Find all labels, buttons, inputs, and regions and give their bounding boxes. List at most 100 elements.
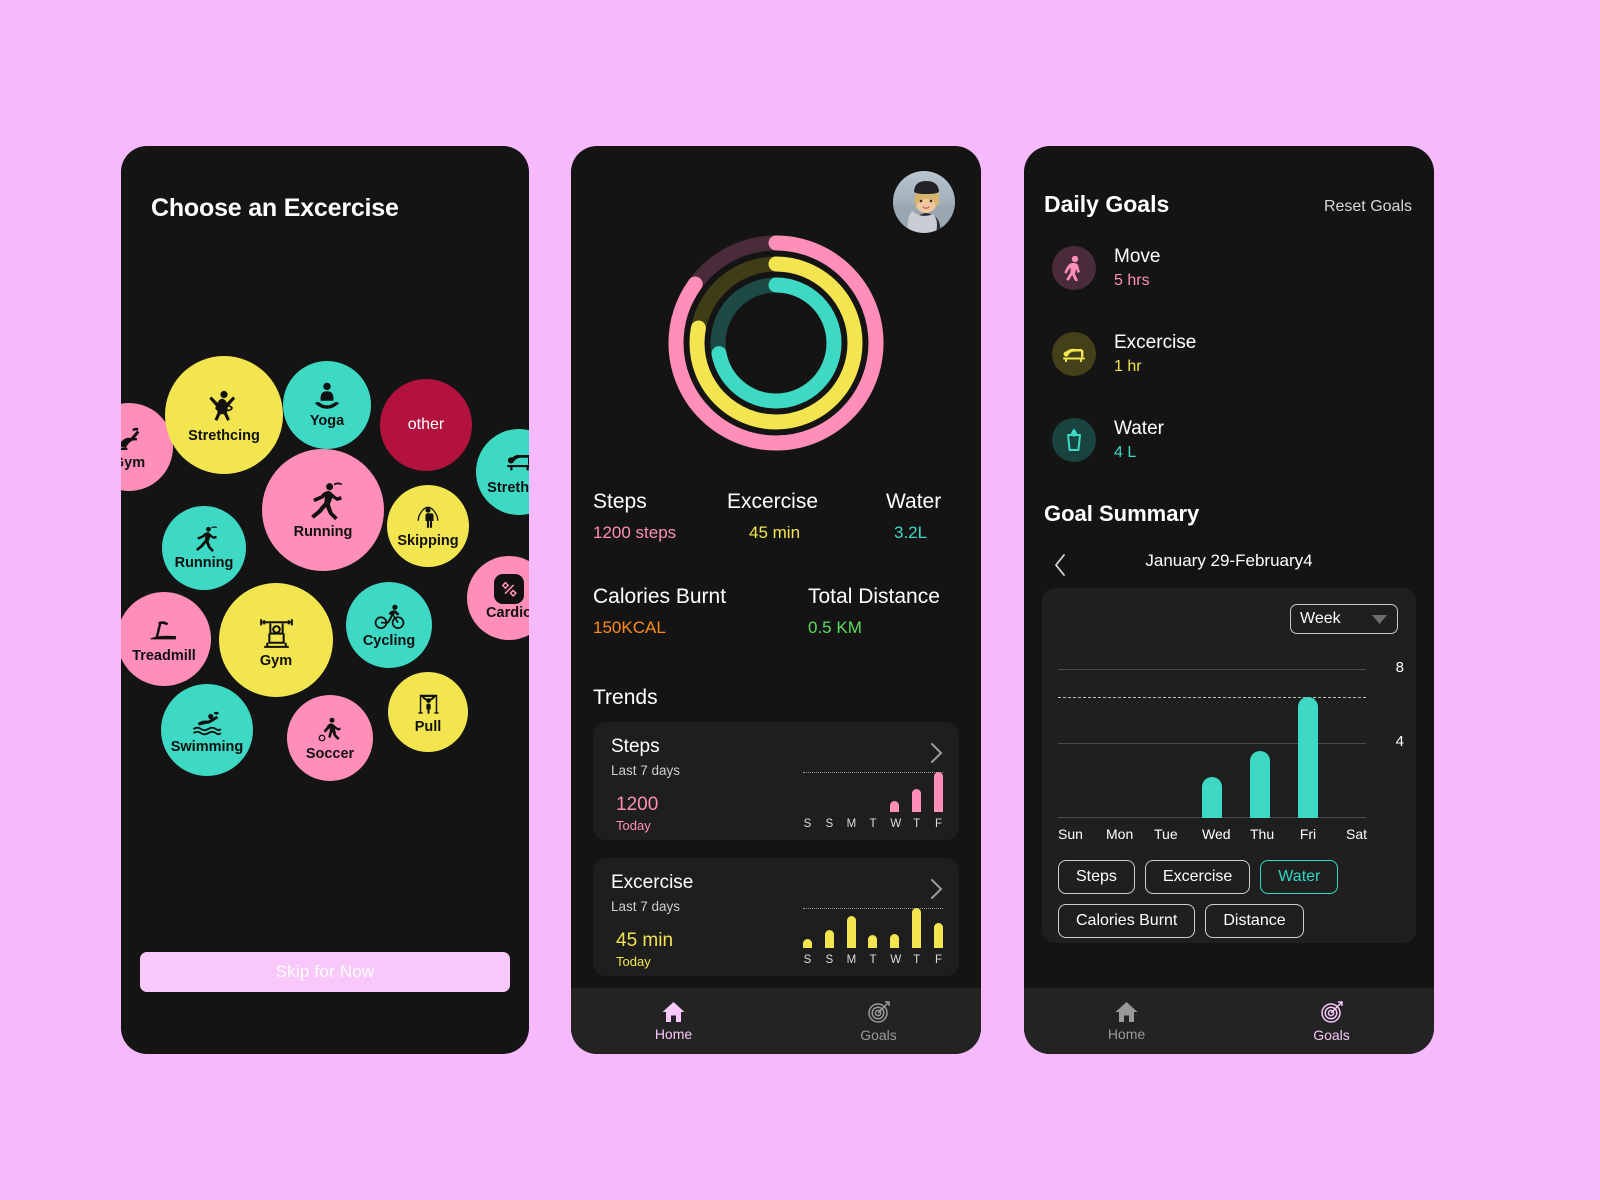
- filter-chip-calories-burnt[interactable]: Calories Burnt: [1058, 904, 1196, 938]
- trend-card-exercise[interactable]: Excercise Last 7 days 45 min Today SSMTW…: [593, 858, 959, 976]
- goal-item-water[interactable]: Water 4 L: [1052, 418, 1392, 474]
- exercise-bubble-cycling-11[interactable]: Cycling: [346, 582, 432, 668]
- trend-day-label: M: [846, 818, 857, 830]
- pull-up-icon: [414, 689, 443, 718]
- exercise-bubble-gym-10[interactable]: Gym: [219, 583, 333, 697]
- exercise-bubble-label: Running: [174, 555, 234, 572]
- exercise-bubble-running-7[interactable]: Running: [162, 506, 246, 590]
- exercise-bubble-label: Pull: [414, 718, 442, 735]
- page-title: Daily Goals: [1044, 191, 1170, 217]
- spin-bike-icon: [121, 428, 140, 451]
- exercise-bubble-grid: Gym Strethcing Yoga other Strething Running Sk…: [121, 356, 529, 1011]
- exercise-bubble-running-5[interactable]: Running: [262, 449, 384, 571]
- stat-distance: Total Distance 0.5 KM: [808, 585, 940, 638]
- exercise-bubble-soccer-14[interactable]: Soccer: [287, 695, 373, 781]
- nav-item-goals[interactable]: Goals: [776, 1000, 981, 1043]
- stat-water-label: Water: [886, 490, 942, 513]
- exercise-bubble-label: Cardio: [486, 605, 529, 622]
- trend-bar: [846, 916, 856, 948]
- x-axis-label: Sat: [1346, 826, 1368, 842]
- exercise-bubble-label: Treadmill: [132, 648, 196, 665]
- trend-card-steps[interactable]: Steps Last 7 days 1200 Today SSMTWTF: [593, 722, 959, 840]
- exercise-bubble-swimming-13[interactable]: Swimming: [161, 684, 253, 776]
- screen-choose-exercise: Choose an Excercise Gym Strethcing Yoga oth…: [121, 146, 529, 1054]
- nav-item-home[interactable]: Home: [1024, 1001, 1229, 1042]
- dumbbell-icon: [494, 574, 524, 605]
- exercise-bubble-label: other: [407, 415, 445, 433]
- filter-chip-distance[interactable]: Distance: [1205, 904, 1304, 938]
- trend-bar: [912, 908, 922, 948]
- home-icon: [1115, 1001, 1138, 1022]
- target-icon: [1320, 1000, 1343, 1023]
- goal-value: 4 L: [1114, 444, 1137, 461]
- x-axis-label: Thu: [1250, 826, 1275, 842]
- goal-item-exercise[interactable]: Excercise 1 hr: [1052, 332, 1392, 388]
- exercise-bubble-cardio-8[interactable]: Cardio: [467, 556, 529, 640]
- activity-rings: [661, 228, 891, 463]
- week-range-label: January 29-February4: [1145, 551, 1313, 570]
- chart-bar-fri: [1298, 696, 1318, 818]
- cyclist-icon: [374, 604, 404, 629]
- soccer-icon: [315, 714, 346, 745]
- period-select-value: Week: [1300, 610, 1341, 627]
- goal-value: 5 hrs: [1114, 272, 1150, 289]
- exercise-bubble-other-3[interactable]: other: [380, 379, 472, 471]
- runner-icon: [311, 482, 343, 521]
- nav-item-home[interactable]: Home: [571, 1001, 776, 1042]
- stat-calories: Calories Burnt 150KCAL: [593, 585, 726, 638]
- exercise-bubble-yoga-2[interactable]: Yoga: [283, 361, 371, 449]
- trend-bar: [933, 772, 943, 812]
- exercise-bubble-label: Yoga: [309, 413, 345, 430]
- avatar[interactable]: [893, 171, 955, 233]
- treadmill-icon: [147, 613, 181, 647]
- period-select[interactable]: Week: [1290, 604, 1398, 634]
- treadmill-icon: [150, 621, 176, 640]
- trend-value: 45 min: [616, 930, 674, 951]
- goal-item-move[interactable]: Move 5 hrs: [1052, 246, 1392, 302]
- swimmer-icon: [191, 705, 224, 738]
- stretch-arms-icon: [209, 391, 236, 422]
- bottom-nav: Home Goals: [571, 988, 981, 1054]
- exercise-bubble-treadmill-9[interactable]: Treadmill: [121, 592, 211, 686]
- goal-name: Excercise: [1114, 332, 1197, 353]
- barbell-lift-icon: [259, 619, 293, 648]
- skip-for-now-button[interactable]: Skip for Now: [140, 952, 510, 992]
- yoga-lotus-icon: [315, 383, 339, 410]
- chart-bars: [1058, 650, 1366, 818]
- nav-label: Goals: [1313, 1026, 1350, 1043]
- goal-value: 1 hr: [1114, 358, 1142, 375]
- trend-bars: [803, 770, 943, 812]
- trend-day-label: S: [803, 818, 812, 830]
- x-axis-label: Tue: [1154, 826, 1178, 842]
- exercise-bubble-strething-4[interactable]: Strething: [476, 429, 529, 515]
- bar-chart-plot: [1058, 650, 1366, 818]
- screen-home-dashboard: Steps 1200 steps Excercise 45 min Water …: [571, 146, 981, 1054]
- exercise-bubble-skipping-6[interactable]: Skipping: [387, 485, 469, 567]
- stat-steps: Steps 1200 steps: [593, 490, 676, 543]
- exercise-bubble-pull-12[interactable]: Pull: [388, 672, 468, 752]
- trend-day-label: T: [913, 954, 921, 966]
- exercise-bubble-label: Skipping: [397, 533, 459, 550]
- filter-chip-excercise[interactable]: Excercise: [1144, 860, 1251, 894]
- reset-goals-button[interactable]: Reset Goals: [1324, 198, 1412, 216]
- trend-bar: [803, 938, 812, 948]
- goal-summary-title: Goal Summary: [1044, 501, 1200, 526]
- trend-day-labels: SSMTWTF: [803, 954, 943, 966]
- trend-day-label: S: [825, 818, 834, 830]
- barbell-lift-icon: [256, 611, 297, 652]
- trend-subtitle: Last 7 days: [611, 763, 681, 778]
- exercise-bubble-label: Strething: [487, 479, 529, 496]
- nav-item-goals[interactable]: Goals: [1229, 1000, 1434, 1043]
- filter-chip-steps[interactable]: Steps: [1058, 860, 1135, 894]
- exercise-bubble-label: Cycling: [362, 632, 416, 649]
- x-axis-label: Mon: [1106, 826, 1134, 842]
- exercise-bubble-strethcing-1[interactable]: Strethcing: [165, 356, 283, 474]
- stretch-arms-icon: [203, 385, 245, 427]
- chevron-down-icon: [1372, 614, 1387, 624]
- filter-chip-water[interactable]: Water: [1260, 860, 1339, 894]
- jump-rope-icon: [413, 502, 443, 532]
- target-icon: [867, 1000, 890, 1023]
- dumbbell-icon: [494, 574, 524, 605]
- exercise-bubble-label: Gym: [259, 652, 293, 669]
- y-tick-4: 4: [1395, 733, 1404, 751]
